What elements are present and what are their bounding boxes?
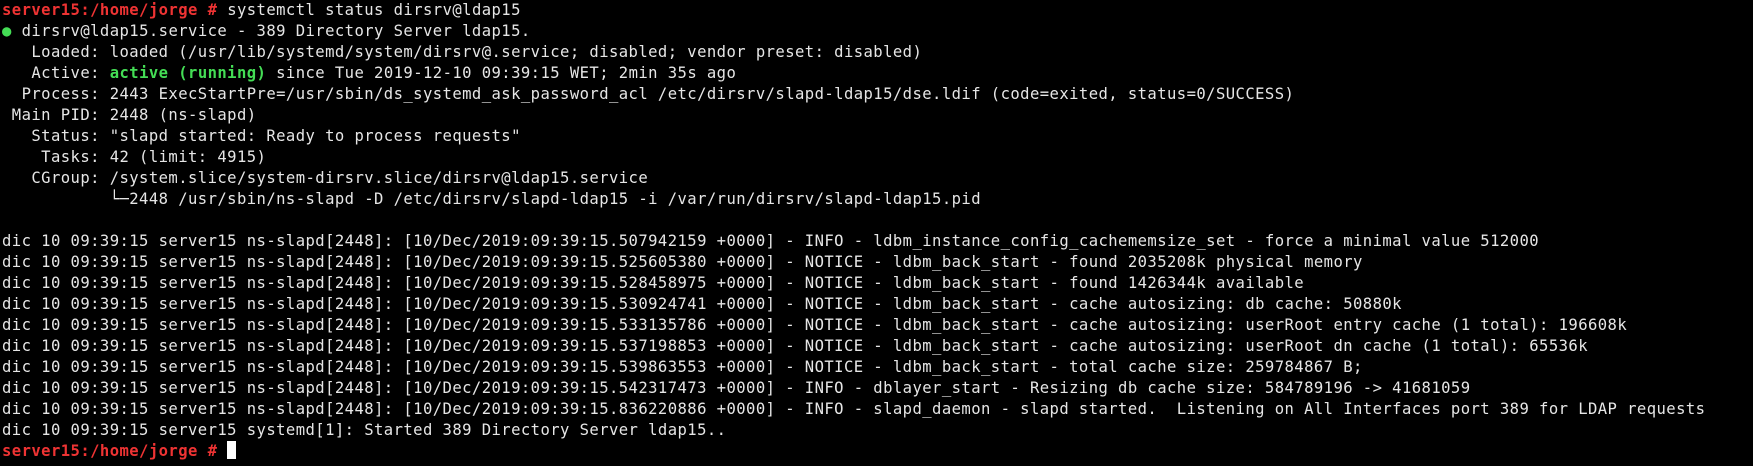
active-label: Active: — [2, 64, 110, 82]
log-line: dic 10 09:39:15 server15 ns-slapd[2448]:… — [2, 295, 1402, 313]
cgroup-line: CGroup: /system.slice/system-dirsrv.slic… — [2, 169, 649, 187]
command-text: systemctl status dirsrv@ldap15 — [227, 1, 521, 19]
unit-header-line: ● dirsrv@ldap15.service - 389 Directory … — [2, 21, 1753, 42]
log-line: dic 10 09:39:15 server15 ns-slapd[2448]:… — [2, 337, 1588, 355]
main-pid-line: Main PID: 2448 (ns-slapd) — [2, 106, 257, 124]
active-since: since Tue 2019-12-10 09:39:15 WET; 2min … — [266, 64, 737, 82]
active-line: Active: active (running) since Tue 2019-… — [2, 63, 1753, 84]
shell-prompt: server15:/home/jorge # — [2, 442, 218, 460]
process-line: Process: 2443 ExecStartPre=/usr/sbin/ds_… — [2, 85, 1295, 103]
status-bullet-icon: ● — [2, 22, 12, 40]
shell-prompt: server15:/home/jorge # — [2, 1, 218, 19]
log-line: dic 10 09:39:15 server15 ns-slapd[2448]:… — [2, 253, 1363, 271]
log-line: dic 10 09:39:15 server15 ns-slapd[2448]:… — [2, 400, 1706, 418]
log-line: dic 10 09:39:15 server15 ns-slapd[2448]:… — [2, 274, 1305, 292]
input-line[interactable]: server15:/home/jorge # — [2, 441, 1753, 462]
cgroup-child-line: └─2448 /usr/sbin/ns-slapd -D /etc/dirsrv… — [2, 190, 982, 208]
log-line: dic 10 09:39:15 server15 ns-slapd[2448]:… — [2, 379, 1471, 397]
terminal-window[interactable]: server15:/home/jorge # systemctl status … — [0, 0, 1753, 466]
cursor-icon — [227, 441, 237, 459]
status-line: Status: "slapd started: Ready to process… — [2, 127, 521, 145]
loaded-line: Loaded: loaded (/usr/lib/systemd/system/… — [2, 43, 923, 61]
active-state: active (running) — [109, 64, 267, 82]
log-line: dic 10 09:39:15 server15 ns-slapd[2448]:… — [2, 358, 1363, 376]
log-line: dic 10 09:39:15 server15 systemd[1]: Sta… — [2, 421, 727, 439]
log-line: dic 10 09:39:15 server15 ns-slapd[2448]:… — [2, 316, 1628, 334]
log-line: dic 10 09:39:15 server15 ns-slapd[2448]:… — [2, 232, 1540, 250]
unit-header: dirsrv@ldap15.service - 389 Directory Se… — [21, 22, 531, 40]
command-line: server15:/home/jorge # systemctl status … — [2, 0, 1753, 21]
tasks-line: Tasks: 42 (limit: 4915) — [2, 148, 267, 166]
